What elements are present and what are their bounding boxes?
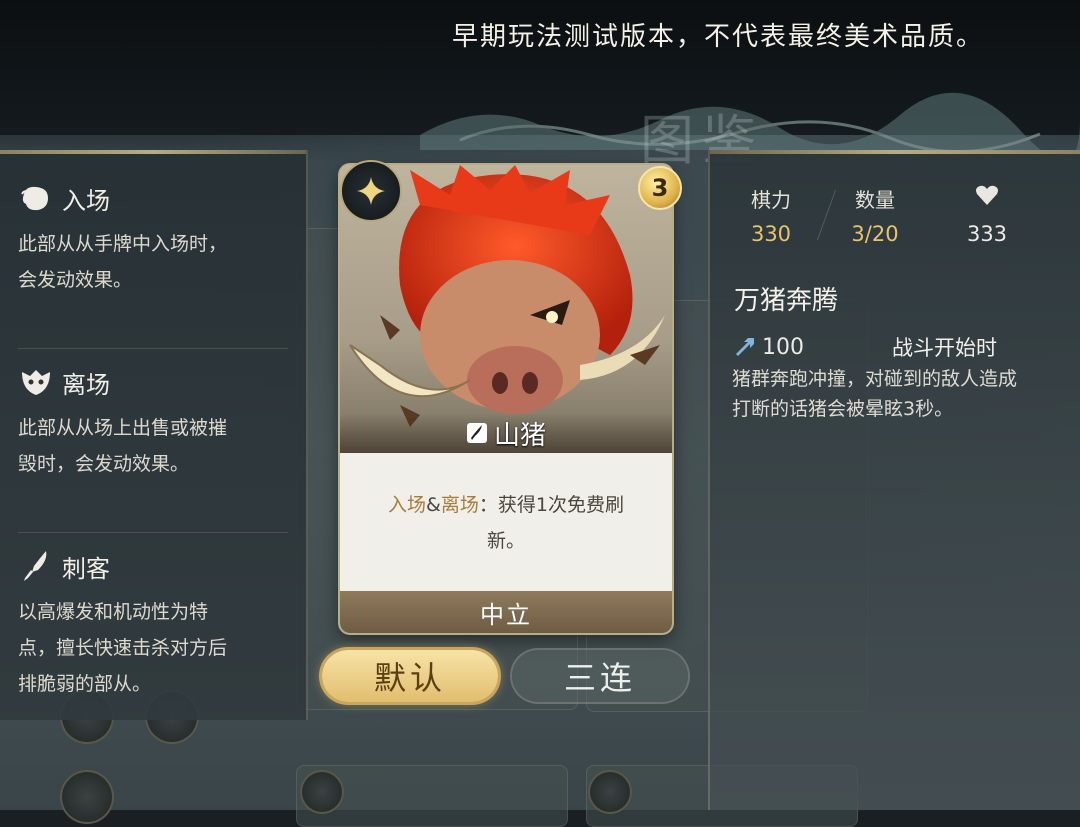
skill-description-line: 猪群奔跑冲撞，对碰到的敌人造成 bbox=[732, 368, 1018, 390]
keyword-description-line: 此部从从手牌中入场时， bbox=[18, 233, 228, 255]
skill-trigger: 战斗开始时 bbox=[892, 336, 997, 360]
stat-power: 棋力 330 bbox=[716, 184, 826, 246]
skill-cooldown: 100 bbox=[762, 334, 804, 360]
stat-value: 330 bbox=[750, 222, 792, 246]
fist-icon bbox=[18, 180, 54, 216]
skill-info-row: 100 战斗开始时 bbox=[734, 330, 1074, 364]
keyword-title: 刺客 bbox=[62, 554, 110, 583]
keyword-description-line: 此部从从场上出售或被摧 bbox=[18, 417, 228, 439]
background-coin-icon bbox=[60, 770, 114, 824]
unit-info-panel: 棋力 330 数量 3/20 333 万猪奔腾 100 战斗开始时 猪群奔跑冲撞… bbox=[708, 150, 1080, 810]
stat-value: 333 bbox=[966, 222, 1008, 246]
keyword-description: 此部从从场上出售或被摧 毁时，会发动效果。 bbox=[18, 410, 288, 482]
tier-badge: 3 bbox=[638, 166, 682, 210]
card-effect-segment: ：获得1次免费刷 bbox=[478, 494, 624, 516]
keyword-description-line: 会发动效果。 bbox=[18, 269, 133, 291]
keyword-title: 入场 bbox=[62, 186, 110, 215]
keyword-entry-leave: 离场 此部从从场上出售或被摧 毁时，会发动效果。 bbox=[18, 360, 288, 482]
mask-icon bbox=[18, 364, 54, 400]
skill-description-line: 打断的话猪会被晕眩3秒。 bbox=[732, 398, 954, 420]
keyword-highlight[interactable]: 入场 bbox=[388, 494, 426, 516]
card-effect-separator: & bbox=[426, 494, 441, 516]
dagger-icon bbox=[18, 548, 54, 584]
keyword-description-line: 毁时，会发动效果。 bbox=[18, 453, 190, 475]
keyword-description-line: 点，擅长快速击杀对方后 bbox=[18, 637, 228, 659]
triple-skin-button[interactable]: 三连 bbox=[512, 650, 688, 702]
dagger-icon bbox=[466, 423, 487, 443]
divider bbox=[18, 532, 288, 533]
keyword-panel: 入场 此部从从手牌中入场时， 会发动效果。 离场 此部从从场上出售或被摧 毁时，… bbox=[0, 150, 308, 720]
skill-description: 猪群奔跑冲撞，对碰到的敌人造成 打断的话猪会被晕眩3秒。 bbox=[732, 364, 1080, 424]
heart-icon bbox=[932, 184, 1042, 212]
keyword-highlight[interactable]: 离场 bbox=[441, 494, 479, 516]
energy-icon bbox=[736, 338, 754, 356]
default-skin-button[interactable]: 默认 bbox=[322, 650, 498, 702]
keyword-description-line: 排脆弱的部从。 bbox=[18, 673, 152, 695]
keyword-description: 此部从从手牌中入场时， 会发动效果。 bbox=[18, 226, 288, 298]
keyword-entry-assassin: 刺客 以高爆发和机动性为特 点，擅长快速击杀对方后 排脆弱的部从。 bbox=[18, 544, 288, 702]
card-name-bar: 山猪 bbox=[340, 413, 672, 453]
card-faction: 中立 bbox=[480, 600, 532, 629]
stat-health: 333 bbox=[932, 184, 1042, 246]
background-coin-icon bbox=[588, 770, 632, 814]
test-version-watermark: 早期玩法测试版本，不代表最终美术品质。 bbox=[452, 22, 985, 52]
background-coin-icon bbox=[300, 770, 344, 814]
card-effect-line: 新。 bbox=[486, 530, 525, 552]
card-effect-text: 入场&离场：获得1次免费刷 新。 bbox=[354, 487, 658, 559]
skill-name: 万猪奔腾 bbox=[734, 286, 839, 316]
divider bbox=[18, 348, 288, 349]
unit-card[interactable]: 山猪 入场&离场：获得1次免费刷 新。 中立 bbox=[340, 165, 672, 633]
keyword-entry-enter: 入场 此部从从手牌中入场时， 会发动效果。 bbox=[18, 176, 288, 298]
keyword-title: 离场 bbox=[62, 370, 110, 399]
keyword-description: 以高爆发和机动性为特 点，擅长快速击杀对方后 排脆弱的部从。 bbox=[18, 594, 288, 702]
stat-label: 数量 bbox=[855, 188, 895, 212]
card-effect-line: 入场&离场：获得1次免费刷 bbox=[354, 487, 658, 523]
sparkle-icon bbox=[340, 160, 402, 222]
stat-label: 棋力 bbox=[751, 188, 791, 212]
keyword-description-line: 以高爆发和机动性为特 bbox=[18, 601, 209, 623]
card-faction-bar: 中立 bbox=[340, 591, 672, 633]
stat-count: 数量 3/20 bbox=[820, 184, 930, 246]
stat-value: 3/20 bbox=[851, 222, 899, 246]
card-name: 山猪 bbox=[493, 420, 546, 451]
